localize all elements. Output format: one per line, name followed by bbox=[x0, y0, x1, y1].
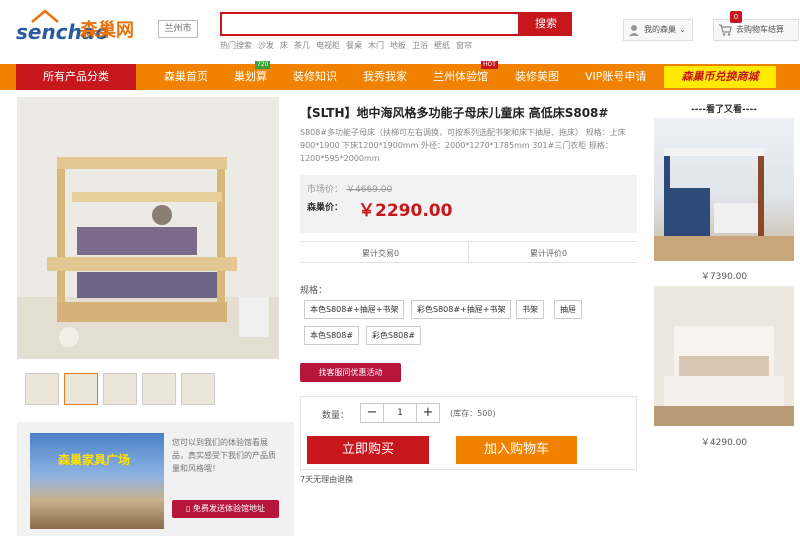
spec-option[interactable]: 本色S808#+抽屉+书架 bbox=[304, 300, 405, 319]
spec-label: 规格： bbox=[300, 286, 328, 296]
phone-icon: ▯ bbox=[186, 504, 193, 513]
spec-option[interactable]: 抽屉 bbox=[554, 300, 582, 319]
main-nav: 所有产品分类 森巢首页 巢划算 720 装修知识 我秀我家 兰州体验馆 HOT … bbox=[0, 61, 800, 90]
trades-count: 累计交易0 bbox=[362, 249, 400, 258]
hot-item[interactable]: 茶几 bbox=[294, 41, 310, 50]
nav-item-experience-hall[interactable]: 兰州体验馆 bbox=[433, 64, 488, 90]
my-senchao-label: 我的森巢 bbox=[644, 25, 676, 34]
also-viewed-price: ￥7390.00 bbox=[700, 272, 748, 282]
hot-item[interactable]: 木门 bbox=[368, 41, 384, 50]
spec-option[interactable]: 书架 bbox=[516, 300, 544, 319]
send-address-label: 免费发送体验馆地址 bbox=[192, 504, 265, 513]
also-viewed-price: ￥4290.00 bbox=[700, 438, 748, 448]
promo-description: 您可以到我们的体验馆看展品，真实感受下我们的产品质量和风格哦！ bbox=[172, 438, 276, 473]
market-price: ￥4669.00 bbox=[346, 185, 393, 195]
hot-search: 热门搜索 沙发床茶几 电视柜 餐桌 木门 地板 卫浴 壁纸 窗帘 bbox=[220, 40, 478, 51]
thumbnail-5[interactable] bbox=[181, 373, 215, 405]
user-icon bbox=[629, 25, 639, 36]
hot-item[interactable]: 地板 bbox=[390, 41, 406, 50]
thumbnail-3[interactable] bbox=[103, 373, 137, 405]
tag-hot-badge: HOT bbox=[481, 61, 498, 69]
hot-item[interactable]: 餐桌 bbox=[346, 41, 362, 50]
stats-divider bbox=[468, 241, 469, 263]
hot-search-label: 热门搜索 bbox=[220, 41, 252, 50]
sale-price-label: 森巢价： bbox=[307, 203, 344, 213]
product-description: S808#多功能子母床（扶梯可左右调换，可按系列选配书架和床下抽屉、拖床） 规格… bbox=[300, 128, 626, 163]
search-button[interactable]: 搜索 bbox=[520, 12, 572, 36]
nav-item-home[interactable]: 森巢首页 bbox=[164, 64, 208, 90]
logo-cn[interactable]: 森巢网 bbox=[80, 16, 134, 42]
quantity-label: 数量： bbox=[322, 411, 350, 421]
quantity-input[interactable]: 1 bbox=[383, 403, 417, 423]
product-main-image[interactable] bbox=[17, 97, 279, 359]
add-to-cart-button[interactable]: 加入购物车 bbox=[456, 436, 577, 464]
spec-option[interactable]: 本色S808# bbox=[304, 326, 360, 345]
thumbnail-2[interactable] bbox=[64, 373, 98, 405]
nav-item-knowledge[interactable]: 装修知识 bbox=[293, 64, 337, 90]
store-photo: 森巢家具广场 bbox=[30, 433, 164, 529]
bunk-bed-image bbox=[17, 97, 279, 359]
white-bed-image bbox=[654, 286, 794, 426]
spec-option[interactable]: 彩色S808#+抽屉+书架 bbox=[411, 300, 512, 319]
tag-720-badge: 720 bbox=[255, 61, 271, 69]
nav-item-gallery[interactable]: 装修美图 bbox=[515, 64, 559, 90]
cart-count-badge: 0 bbox=[730, 11, 742, 23]
also-viewed-image[interactable] bbox=[654, 118, 794, 261]
quantity-increase-button[interactable]: + bbox=[416, 403, 440, 423]
bunk-bed-blue-image bbox=[654, 148, 794, 261]
store-banner-text: 森巢家具广场 bbox=[58, 453, 131, 467]
nav-item-vip[interactable]: VIP账号申请 bbox=[585, 64, 646, 90]
chevron-down-icon: ⌄ bbox=[679, 25, 686, 34]
thumbnail-4[interactable] bbox=[142, 373, 176, 405]
reviews-count[interactable]: 累计评价0 bbox=[530, 248, 567, 259]
sale-price: ￥2290.00 bbox=[358, 201, 453, 221]
buy-now-button[interactable]: 立即购买 bbox=[307, 436, 429, 464]
spec-option[interactable]: 彩色S808# bbox=[366, 326, 422, 345]
stock-count: (库存：500) bbox=[450, 409, 496, 418]
return-policy: 7天无理由退换 bbox=[300, 475, 354, 484]
quantity-decrease-button[interactable]: − bbox=[360, 403, 384, 423]
hot-item[interactable]: 沙发 bbox=[258, 41, 274, 50]
hot-item[interactable]: 床 bbox=[280, 41, 288, 50]
product-title: 【SLTH】地中海风格多功能子母床儿童床 高低床S808# bbox=[300, 106, 609, 120]
search-input[interactable] bbox=[220, 12, 520, 36]
cart-icon bbox=[719, 24, 732, 36]
all-categories-menu[interactable]: 所有产品分类 bbox=[16, 64, 136, 90]
nav-item-show-home[interactable]: 我秀我家 bbox=[363, 64, 407, 90]
hot-item[interactable]: 电视柜 bbox=[316, 41, 340, 50]
thumbnail-1[interactable] bbox=[25, 373, 59, 405]
city-selector[interactable]: 兰州市 bbox=[158, 20, 198, 38]
hot-item[interactable]: 窗帘 bbox=[456, 41, 472, 50]
site-header: senchao 森巢网 兰州市 搜索 热门搜索 沙发床茶几 电视柜 餐桌 木门 地板 卫浴壁… bbox=[0, 0, 800, 64]
ask-discount-button[interactable]: 找客服问优惠活动 bbox=[300, 363, 401, 382]
also-viewed-image[interactable] bbox=[654, 286, 794, 426]
send-address-button[interactable]: ▯ 免费发送体验馆地址 bbox=[172, 500, 279, 518]
hot-item[interactable]: 卫浴 bbox=[412, 41, 428, 50]
exchange-mall-banner[interactable]: 森巢币兑换商城 bbox=[664, 66, 776, 88]
hot-item[interactable]: 壁纸 bbox=[434, 41, 450, 50]
market-price-label: 市场价： bbox=[307, 185, 344, 195]
also-viewed-title: ----看了又看---- bbox=[691, 105, 757, 115]
